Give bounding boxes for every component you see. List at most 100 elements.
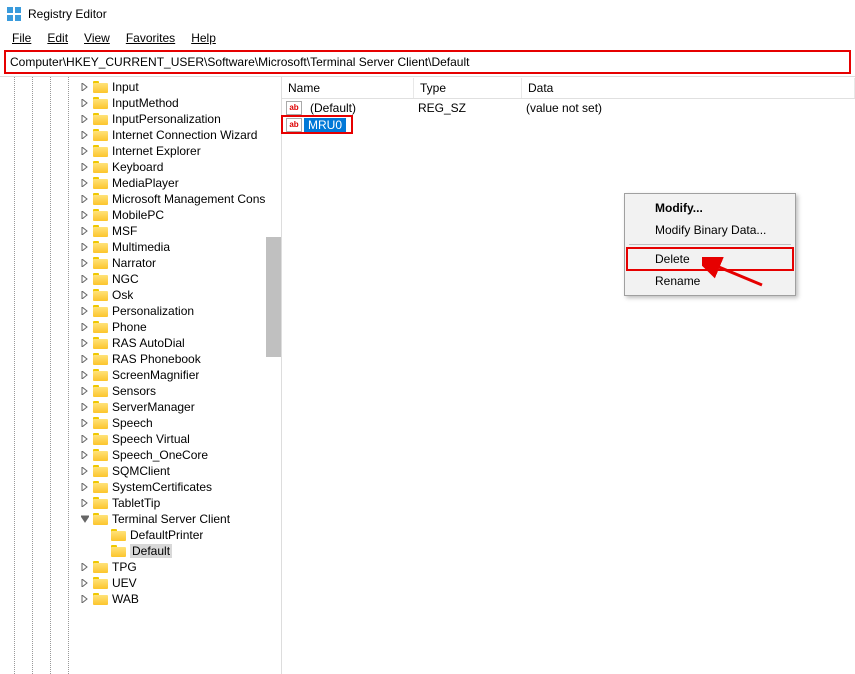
chevron-right-icon[interactable]: [78, 576, 92, 590]
folder-icon: [93, 481, 108, 493]
chevron-right-icon[interactable]: [78, 256, 92, 270]
tree-item[interactable]: RAS AutoDial: [0, 335, 281, 351]
tree-item[interactable]: InputPersonalization: [0, 111, 281, 127]
menu-edit[interactable]: Edit: [39, 30, 76, 46]
chevron-right-icon[interactable]: [78, 464, 92, 478]
tree-item[interactable]: MobilePC: [0, 207, 281, 223]
chevron-down-icon[interactable]: [78, 512, 92, 526]
address-bar[interactable]: Computer\HKEY_CURRENT_USER\Software\Micr…: [10, 55, 845, 69]
chevron-right-icon[interactable]: [78, 160, 92, 174]
chevron-right-icon[interactable]: [78, 128, 92, 142]
tree-item[interactable]: Speech: [0, 415, 281, 431]
tree-item[interactable]: Phone: [0, 319, 281, 335]
chevron-right-icon[interactable]: [78, 368, 92, 382]
folder-icon: [93, 225, 108, 237]
chevron-right-icon[interactable]: [78, 144, 92, 158]
folder-icon: [93, 145, 108, 157]
tree-item[interactable]: Internet Explorer: [0, 143, 281, 159]
chevron-right-icon[interactable]: [78, 320, 92, 334]
tree-item[interactable]: WAB: [0, 591, 281, 607]
list-pane[interactable]: Name Type Data ab(Default)REG_SZ(value n…: [282, 77, 855, 674]
tree-scrollbar[interactable]: [266, 237, 281, 357]
tree-item[interactable]: SystemCertificates: [0, 479, 281, 495]
tree-item[interactable]: Internet Connection Wizard: [0, 127, 281, 143]
folder-icon: [93, 113, 108, 125]
chevron-right-icon[interactable]: [78, 400, 92, 414]
tree-item[interactable]: TabletTip: [0, 495, 281, 511]
col-header-type[interactable]: Type: [414, 78, 522, 98]
chevron-right-icon[interactable]: [78, 112, 92, 126]
menu-help[interactable]: Help: [183, 30, 224, 46]
chevron-right-icon[interactable]: [78, 176, 92, 190]
context-modify[interactable]: Modify...: [627, 197, 793, 219]
chevron-right-icon[interactable]: [78, 224, 92, 238]
chevron-right-icon[interactable]: [78, 96, 92, 110]
chevron-right-icon[interactable]: [78, 288, 92, 302]
tree-item-label: Speech: [112, 416, 153, 430]
tree-item[interactable]: UEV: [0, 575, 281, 591]
menu-favorites[interactable]: Favorites: [118, 30, 183, 46]
col-header-data[interactable]: Data: [522, 78, 855, 98]
no-twist: [96, 544, 110, 558]
tree-item[interactable]: Speech Virtual: [0, 431, 281, 447]
folder-icon: [93, 81, 108, 93]
list-row[interactable]: ab(Default)REG_SZ(value not set): [282, 99, 855, 116]
tree-item[interactable]: Sensors: [0, 383, 281, 399]
tree-item[interactable]: Speech_OneCore: [0, 447, 281, 463]
chevron-right-icon[interactable]: [78, 192, 92, 206]
menu-view[interactable]: View: [76, 30, 118, 46]
tree-item[interactable]: DefaultPrinter: [0, 527, 281, 543]
tree-item[interactable]: ScreenMagnifier: [0, 367, 281, 383]
tree-item[interactable]: MediaPlayer: [0, 175, 281, 191]
tree-item[interactable]: Keyboard: [0, 159, 281, 175]
folder-icon: [93, 385, 108, 397]
tree-item[interactable]: Narrator: [0, 255, 281, 271]
tree-item-label: TabletTip: [112, 496, 160, 510]
tree-item[interactable]: ServerManager: [0, 399, 281, 415]
tree-item[interactable]: TPG: [0, 559, 281, 575]
app-title: Registry Editor: [28, 7, 107, 21]
menu-file[interactable]: File: [4, 30, 39, 46]
chevron-right-icon[interactable]: [78, 416, 92, 430]
chevron-right-icon[interactable]: [78, 352, 92, 366]
chevron-right-icon[interactable]: [78, 480, 92, 494]
tree-item[interactable]: RAS Phonebook: [0, 351, 281, 367]
folder-icon: [93, 369, 108, 381]
folder-icon: [93, 241, 108, 253]
tree-item[interactable]: Personalization: [0, 303, 281, 319]
chevron-right-icon[interactable]: [78, 384, 92, 398]
tree-item[interactable]: NGC: [0, 271, 281, 287]
tree-item[interactable]: Terminal Server Client: [0, 511, 281, 527]
tree-item-label: MediaPlayer: [112, 176, 179, 190]
chevron-right-icon[interactable]: [78, 496, 92, 510]
chevron-right-icon[interactable]: [78, 80, 92, 94]
tree-item[interactable]: SQMClient: [0, 463, 281, 479]
chevron-right-icon[interactable]: [78, 336, 92, 350]
tree-item[interactable]: Microsoft Management Cons: [0, 191, 281, 207]
chevron-right-icon[interactable]: [78, 304, 92, 318]
list-row[interactable]: abMRU0: [282, 116, 352, 133]
tree-item[interactable]: InputMethod: [0, 95, 281, 111]
tree-item-label: RAS AutoDial: [112, 336, 185, 350]
tree-item-label: InputMethod: [112, 96, 179, 110]
chevron-right-icon[interactable]: [78, 432, 92, 446]
tree-pane[interactable]: InputInputMethodInputPersonalizationInte…: [0, 77, 282, 674]
tree-item-label: DefaultPrinter: [130, 528, 203, 542]
chevron-right-icon[interactable]: [78, 240, 92, 254]
chevron-right-icon[interactable]: [78, 208, 92, 222]
tree-item[interactable]: Input: [0, 79, 281, 95]
chevron-right-icon[interactable]: [78, 448, 92, 462]
tree-item[interactable]: Multimedia: [0, 239, 281, 255]
chevron-right-icon[interactable]: [78, 592, 92, 606]
folder-icon: [93, 193, 108, 205]
chevron-right-icon[interactable]: [78, 560, 92, 574]
context-modify-binary[interactable]: Modify Binary Data...: [627, 219, 793, 241]
context-delete[interactable]: Delete: [627, 248, 793, 270]
col-header-name[interactable]: Name: [282, 78, 414, 98]
tree-item[interactable]: MSF: [0, 223, 281, 239]
tree-item[interactable]: Default: [0, 543, 281, 559]
chevron-right-icon[interactable]: [78, 272, 92, 286]
context-rename[interactable]: Rename: [627, 270, 793, 292]
tree-item[interactable]: Osk: [0, 287, 281, 303]
folder-icon: [93, 257, 108, 269]
